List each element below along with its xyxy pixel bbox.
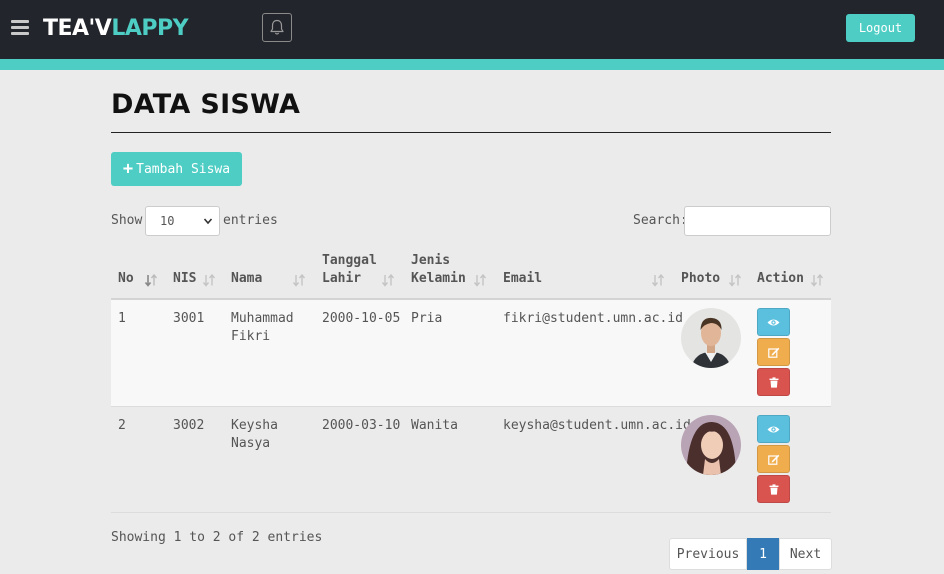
cell-nis: 3001	[173, 311, 205, 326]
plus-icon: +	[122, 158, 134, 179]
notification-button[interactable]	[262, 13, 292, 42]
cell-no: 2	[118, 418, 126, 433]
brand-logo[interactable]: TEA'VLAPPY	[43, 16, 189, 41]
column-header-no[interactable]: No	[118, 250, 163, 298]
cell-nama: Keysha Nasya	[231, 418, 278, 451]
student-photo	[681, 308, 741, 368]
column-header-nama[interactable]: Nama	[231, 250, 311, 298]
column-header-action[interactable]: Action	[757, 250, 829, 298]
students-table: No NIS Nama Tanggal Lahir Jenis Kelamin …	[111, 250, 831, 513]
page-1-button[interactable]: 1	[747, 538, 779, 570]
sort-icon	[810, 274, 824, 287]
title-divider	[111, 132, 831, 133]
cell-tanggal-lahir: 2000-10-05	[322, 311, 401, 326]
add-student-label: Tambah Siswa	[136, 161, 231, 177]
entries-select-value: 10	[160, 214, 175, 228]
column-header-tanggal-lahir[interactable]: Tanggal Lahir	[322, 250, 400, 298]
delete-button[interactable]	[757, 475, 790, 503]
brand-text-part2: LAPPY	[111, 16, 189, 41]
cell-jenis-kelamin: Pria	[411, 311, 443, 326]
edit-button[interactable]	[757, 445, 790, 473]
cell-no: 1	[118, 311, 126, 326]
student-photo	[681, 415, 741, 475]
cell-nama: Muhammad Fikri	[231, 311, 294, 344]
delete-button[interactable]	[757, 368, 790, 396]
table-header-row: No NIS Nama Tanggal Lahir Jenis Kelamin …	[111, 250, 831, 300]
eye-icon	[767, 319, 780, 325]
sort-icon	[381, 274, 395, 287]
cell-nis: 3002	[173, 418, 205, 433]
cell-jenis-kelamin: Wanita	[411, 418, 458, 433]
previous-page-button[interactable]: Previous	[669, 538, 747, 570]
chevron-down-icon	[203, 218, 213, 225]
view-button[interactable]	[757, 308, 790, 336]
table-info: Showing 1 to 2 of 2 entries	[111, 530, 323, 545]
sort-icon	[473, 274, 487, 287]
cell-tanggal-lahir: 2000-03-10	[322, 418, 401, 433]
add-student-button[interactable]: + Tambah Siswa	[111, 152, 242, 186]
edit-button[interactable]	[757, 338, 790, 366]
top-navbar: TEA'VLAPPY Logout	[0, 0, 944, 59]
eye-icon	[767, 426, 780, 432]
column-header-jenis-kelamin[interactable]: Jenis Kelamin	[411, 250, 491, 298]
table-row: 1 3001 Muhammad Fikri 2000-10-05 Pria fi…	[111, 300, 831, 407]
pagination: Previous 1 Next	[669, 538, 832, 570]
table-row: 2 3002 Keysha Nasya 2000-03-10 Wanita ke…	[111, 407, 831, 513]
sort-asc-icon	[144, 274, 158, 287]
view-button[interactable]	[757, 415, 790, 443]
bell-icon	[270, 19, 284, 35]
entries-label: entries	[223, 213, 278, 228]
sort-icon	[728, 274, 742, 287]
edit-icon	[767, 347, 779, 358]
column-header-email[interactable]: Email	[503, 250, 669, 298]
brand-text-part1: TEA'V	[43, 16, 112, 41]
show-label: Show	[111, 213, 143, 228]
sort-icon	[651, 274, 665, 287]
navbar-accent-bar	[0, 59, 944, 70]
column-header-photo[interactable]: Photo	[681, 250, 747, 298]
hamburger-icon[interactable]	[11, 20, 29, 36]
trash-icon	[769, 483, 778, 495]
sort-icon	[202, 274, 216, 287]
entries-per-page-select[interactable]: 10	[145, 206, 220, 236]
edit-icon	[767, 454, 779, 465]
trash-icon	[769, 376, 778, 388]
cell-email: fikri@student.umn.ac.id	[503, 311, 684, 326]
page-title: DATA SISWA	[111, 89, 301, 120]
logout-button[interactable]: Logout	[846, 14, 915, 42]
search-label: Search:	[633, 213, 688, 228]
column-header-nis[interactable]: NIS	[173, 250, 221, 298]
sort-icon	[292, 274, 306, 287]
cell-email: keysha@student.umn.ac.id	[503, 418, 691, 433]
search-input[interactable]	[684, 206, 831, 236]
next-page-button[interactable]: Next	[779, 538, 832, 570]
